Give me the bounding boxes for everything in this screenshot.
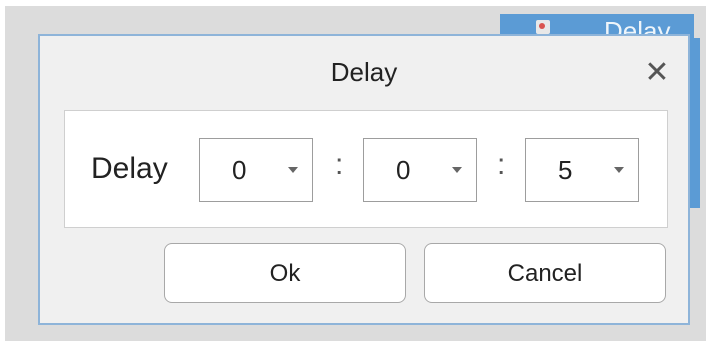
seconds-select[interactable]: 5 [525,138,639,202]
ok-button[interactable]: Ok [164,243,406,303]
hours-select[interactable]: 0 [199,138,313,202]
hours-value: 0 [232,155,247,185]
time-separator: : [497,148,506,181]
chevron-down-icon [288,167,298,173]
minutes-value: 0 [396,155,411,185]
delay-dialog: Delay ✕ Delay 0 : 0 : 5 Ok Cancel [38,34,690,325]
seconds-value: 5 [558,155,573,185]
cancel-button[interactable]: Cancel [424,243,666,303]
delay-label: Delay [91,152,168,185]
background-panel-edge [690,38,700,208]
tab-icon [536,20,550,34]
screen: Delay Delay ✕ Delay 0 : 0 : 5 Ok Cancel [0,0,714,347]
delay-form-panel: Delay 0 : 0 : 5 [64,110,668,228]
close-icon[interactable]: ✕ [642,58,672,88]
minutes-select[interactable]: 0 [363,138,477,202]
chevron-down-icon [614,167,624,173]
dialog-title: Delay [330,57,398,87]
chevron-down-icon [452,167,462,173]
time-separator: : [335,148,344,181]
